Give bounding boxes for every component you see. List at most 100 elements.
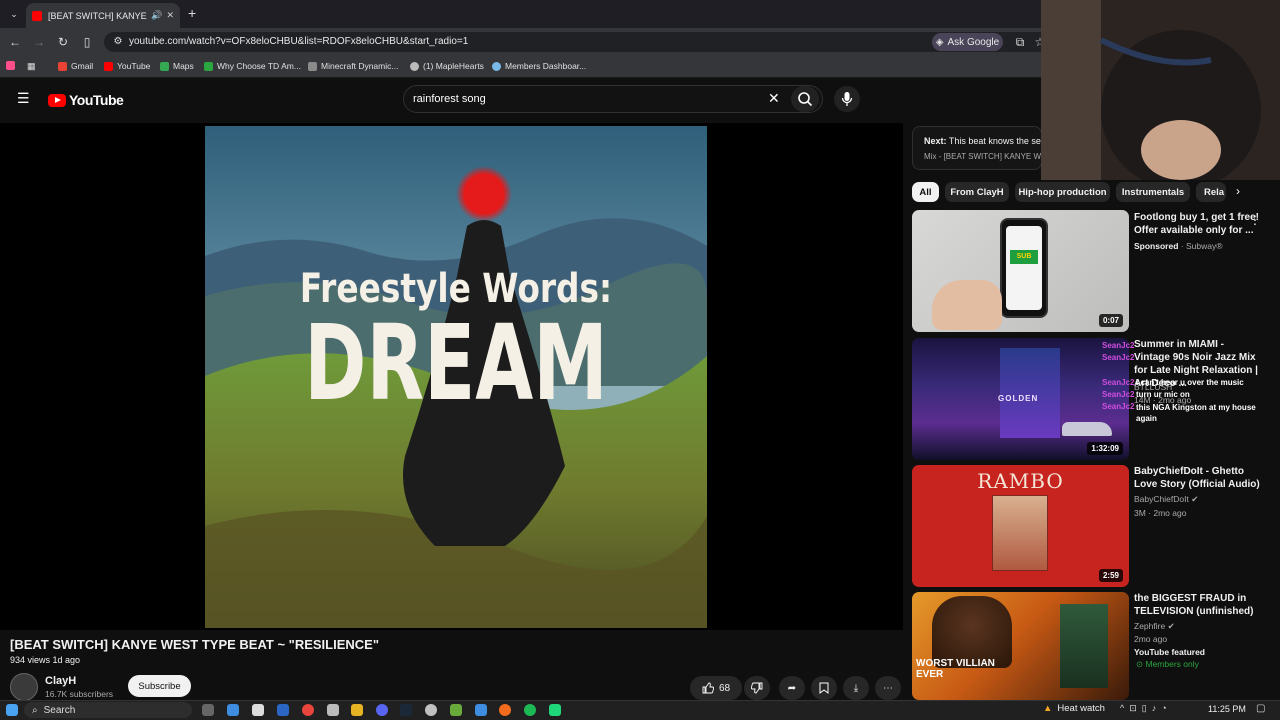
chat-message: this NGA Kingston at my house again <box>1136 403 1256 423</box>
more-vert-icon[interactable]: ⋮ <box>1249 213 1261 227</box>
video-views-date[interactable]: 934 views 1d ago <box>10 655 80 665</box>
back-icon[interactable]: ← <box>7 34 23 50</box>
clear-search-icon[interactable]: ✕ <box>768 90 780 107</box>
youtube-logo[interactable]: YouTube <box>48 92 124 108</box>
save-button[interactable] <box>811 676 837 700</box>
discord-icon[interactable] <box>376 704 388 716</box>
hand-image <box>932 280 1002 330</box>
system-tray-icons[interactable]: ^⊡▯♪◔ <box>1120 703 1172 714</box>
app-icon[interactable] <box>475 704 487 716</box>
minecraft-icon[interactable] <box>450 704 462 716</box>
next-up-text: Next: This beat knows the se <box>924 136 1041 146</box>
close-tab-icon[interactable]: ✕ <box>166 10 174 21</box>
lens-icon: ◈ <box>935 36 944 48</box>
video-thumbnail[interactable]: GOLDEN 1:32:09 <box>912 338 1129 460</box>
search-input[interactable]: rainforest song <box>413 93 486 105</box>
video-thumbnail[interactable]: WORST VILLIAN EVER <box>912 592 1129 700</box>
video-duration: 1:32:09 <box>1087 442 1123 455</box>
youtube-play-icon <box>48 93 66 107</box>
steam-icon[interactable] <box>400 704 412 716</box>
reload-icon[interactable]: ↻ <box>55 34 71 50</box>
chip-hiphop-production[interactable]: Hip-hop production <box>1015 182 1110 202</box>
bookmark-members[interactable]: Members Dashboar... <box>492 61 586 71</box>
app-icon[interactable] <box>425 704 437 716</box>
chip-from-clayh[interactable]: From ClayH <box>945 182 1009 202</box>
bookmark-minecraft[interactable]: Minecraft Dynamic... <box>308 61 398 71</box>
mix-next-card[interactable] <box>912 126 1042 170</box>
share-icon: ➦ <box>787 682 797 694</box>
chip-instrumentals[interactable]: Instrumentals <box>1116 182 1190 202</box>
chat-username: SeanJc2 <box>1102 378 1135 387</box>
bookmark-maplehearts[interactable]: (1) MapleHearts <box>410 61 484 71</box>
video-stats: 2mo ago <box>1134 634 1168 644</box>
download-icon: ⤓ <box>853 682 859 694</box>
video-thumbnail[interactable]: RAMBO 2:59 <box>912 465 1129 587</box>
subscribe-button[interactable]: Subscribe <box>128 675 191 697</box>
person-image <box>1060 604 1108 688</box>
video-thumbnail[interactable]: SUB 0:07 <box>912 210 1129 332</box>
chip-related[interactable]: Rela <box>1196 182 1226 202</box>
youtube-favicon-icon <box>32 10 42 21</box>
new-tab-button[interactable]: + <box>188 5 196 21</box>
install-app-icon[interactable]: ⧉ <box>1012 34 1028 50</box>
search-icon <box>798 92 813 107</box>
search-button[interactable] <box>791 86 819 112</box>
url-text[interactable]: youtube.com/watch?v=OFx8eloCHBU&list=RDO… <box>129 36 468 47</box>
thumbs-down-icon <box>751 682 763 694</box>
tab-search-icon[interactable]: ⌄ <box>6 6 22 22</box>
forward-icon[interactable]: → <box>31 34 47 50</box>
video-title-small[interactable]: BabyChiefDoIt - Ghetto Love Story (Offic… <box>1134 465 1262 491</box>
bookmark-youtube[interactable]: YouTube <box>104 61 150 71</box>
app-icon[interactable] <box>327 704 339 716</box>
ask-google-label: Ask Google <box>947 36 1000 48</box>
video-title-small[interactable]: Footlong buy 1, get 1 free! Offer availa… <box>1134 211 1262 237</box>
microphone-icon <box>841 92 853 106</box>
app-icon[interactable] <box>227 704 239 716</box>
ask-google-button[interactable]: ◈ Ask Google <box>932 33 1003 51</box>
chip-all[interactable]: All <box>912 182 939 202</box>
dislike-button[interactable] <box>744 676 770 700</box>
thumbnail-text: WORST VILLIAN EVER <box>916 658 995 680</box>
bookmark-td[interactable]: Why Choose TD Am... <box>204 61 301 71</box>
taskbar-search[interactable]: ⌕ Search <box>24 702 192 718</box>
chat-message: I can't hear u over the music <box>1136 378 1244 387</box>
channel-name[interactable]: ClayH <box>45 675 76 687</box>
weather-widget[interactable]: ▲ Heat watch <box>1043 703 1105 714</box>
download-button[interactable]: ⤓ <box>843 676 869 700</box>
search-icon: ⌕ <box>32 704 38 716</box>
chevron-right-icon[interactable]: › <box>1236 184 1240 198</box>
side-panel-icon[interactable]: ▯ <box>79 34 95 50</box>
spotify-icon[interactable] <box>524 704 536 716</box>
bookmark-maps[interactable]: Maps <box>160 61 194 71</box>
browser-tab-active[interactable]: [BEAT SWITCH] KANYE WE... 🔊 ✕ <box>26 3 180 28</box>
like-button[interactable]: 68 <box>690 676 742 700</box>
clock[interactable]: 11:25 PM <box>1208 704 1246 714</box>
share-button[interactable]: ➦ <box>779 676 805 700</box>
app-icon[interactable] <box>252 704 264 716</box>
channel-avatar[interactable] <box>10 673 38 701</box>
bookmark-gmail[interactable]: Gmail <box>58 61 93 71</box>
video-title-small[interactable]: the BIGGEST FRAUD in TELEVISION (unfinis… <box>1134 592 1262 618</box>
video-channel: BabyChiefDoIt ✔ <box>1134 494 1199 504</box>
chrome-icon[interactable] <box>302 704 314 716</box>
app-icon[interactable] <box>549 704 561 716</box>
task-view-icon[interactable] <box>202 704 214 716</box>
windows-start-icon[interactable] <box>6 704 18 716</box>
app-icon[interactable] <box>277 704 289 716</box>
more-actions-button[interactable]: ⋯ <box>875 676 901 700</box>
notifications-icon[interactable]: ▢ <box>1256 703 1268 715</box>
site-info-icon[interactable]: ⚙ <box>110 34 126 50</box>
bookmark-folder-icon[interactable] <box>6 61 15 70</box>
video-duration: 0:07 <box>1098 314 1123 327</box>
chat-username: SeanJc2 <box>1102 353 1135 362</box>
thumbnail-text: GOLDEN <box>998 394 1039 403</box>
video-artwork[interactable]: Freestyle Words: DREAM <box>205 126 707 628</box>
speaker-icon[interactable]: 🔊 <box>151 10 162 21</box>
apps-grid-icon[interactable]: ▦ <box>27 61 36 72</box>
app-icon[interactable] <box>499 704 511 716</box>
file-explorer-icon[interactable] <box>351 704 363 716</box>
verified-icon: ✔ <box>1167 621 1175 631</box>
chat-username: SeanJc2 <box>1102 402 1135 411</box>
voice-search-button[interactable] <box>834 86 860 112</box>
hamburger-menu-icon[interactable]: ☰ <box>17 91 31 105</box>
